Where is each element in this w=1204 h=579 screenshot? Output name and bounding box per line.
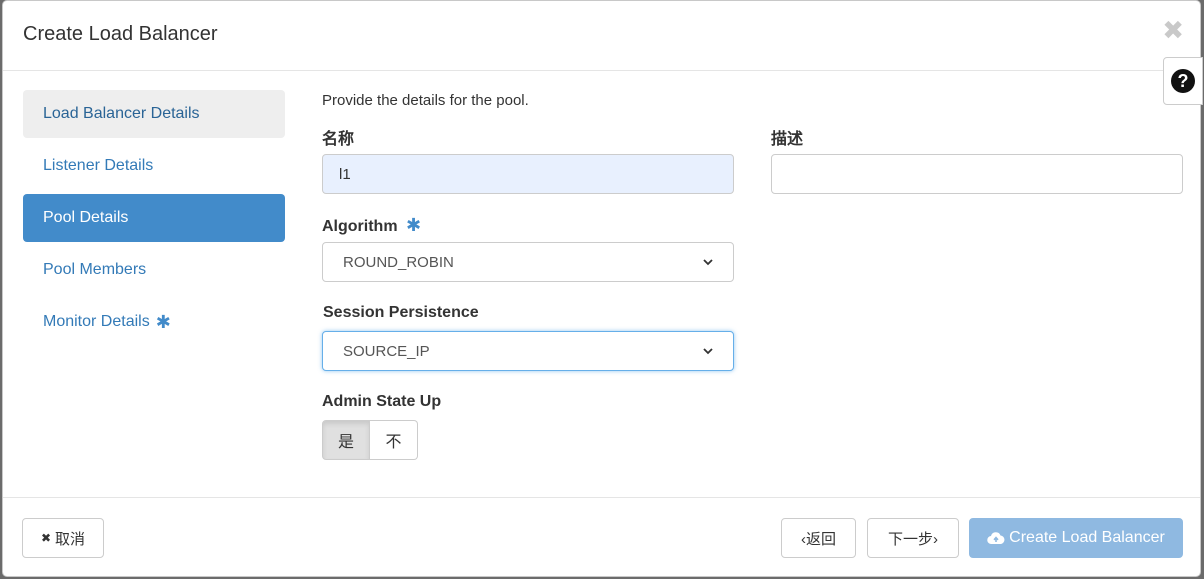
chevron-down-icon bbox=[703, 348, 713, 355]
next-button-label: 下一步› bbox=[888, 530, 938, 548]
name-input[interactable]: l1 bbox=[322, 154, 734, 194]
nav-item-listener-details[interactable]: Listener Details bbox=[23, 142, 285, 190]
back-button-label: ‹返回 bbox=[801, 530, 836, 548]
nav-item-pool-details[interactable]: Pool Details bbox=[23, 194, 285, 242]
chevron-down-icon bbox=[703, 259, 713, 266]
wizard-nav: Load Balancer Details Listener Details P… bbox=[23, 90, 285, 350]
cancel-button-label: 取消 bbox=[55, 530, 86, 548]
next-button[interactable]: 下一步› bbox=[867, 518, 959, 558]
cancel-button[interactable]: ✖ 取消 bbox=[22, 518, 104, 558]
create-load-balancer-button[interactable]: Create Load Balancer bbox=[969, 518, 1183, 558]
back-button[interactable]: ‹返回 bbox=[781, 518, 856, 558]
algorithm-label: Algorithm ✱ bbox=[322, 215, 421, 236]
nav-item-label: Pool Details bbox=[43, 209, 129, 226]
form-intro: Provide the details for the pool. bbox=[322, 92, 529, 109]
description-label: 描述 bbox=[771, 131, 804, 148]
nav-item-label: Listener Details bbox=[43, 157, 154, 174]
name-label: 名称 bbox=[322, 131, 355, 148]
cloud-upload-icon bbox=[987, 532, 1005, 545]
pool-details-form: Provide the details for the pool. 名称 l1 … bbox=[322, 89, 1183, 460]
create-button-label: Create Load Balancer bbox=[1009, 529, 1165, 546]
name-input-value: l1 bbox=[339, 165, 351, 183]
nav-item-load-balancer-details[interactable]: Load Balancer Details bbox=[23, 90, 285, 138]
dialog-header: Create Load Balancer ✖ ? bbox=[3, 1, 1203, 105]
session-persistence-select[interactable]: SOURCE_IP bbox=[322, 331, 734, 371]
algorithm-label-text: Algorithm bbox=[322, 218, 398, 235]
close-icon: ✖ bbox=[40, 531, 52, 545]
session-persistence-label: Session Persistence bbox=[323, 304, 479, 321]
nav-item-label: Monitor Details bbox=[43, 313, 150, 330]
admin-state-no-button[interactable]: 不 bbox=[370, 420, 418, 460]
session-persistence-select-value: SOURCE_IP bbox=[343, 342, 430, 360]
admin-state-yes-button[interactable]: 是 bbox=[322, 420, 370, 460]
required-icon: ✱ bbox=[155, 311, 171, 332]
dialog-footer: ✖ 取消 ‹返回 下一步› Create Load Balancer bbox=[3, 497, 1200, 578]
nav-item-pool-members[interactable]: Pool Members bbox=[23, 246, 285, 294]
dialog-title: Create Load Balancer bbox=[23, 23, 218, 45]
nav-item-label: Pool Members bbox=[43, 261, 147, 278]
admin-state-toggle: 是 不 bbox=[322, 420, 418, 460]
description-input[interactable] bbox=[771, 154, 1183, 194]
nav-item-label: Load Balancer Details bbox=[43, 105, 200, 122]
close-icon[interactable]: ✖ bbox=[1162, 17, 1184, 43]
create-load-balancer-dialog: Create Load Balancer ✖ ? Load Balancer D… bbox=[2, 0, 1203, 578]
required-icon: ✱ bbox=[406, 215, 422, 235]
algorithm-select[interactable]: ROUND_ROBIN bbox=[322, 242, 734, 282]
nav-item-monitor-details[interactable]: Monitor Details ✱ bbox=[23, 298, 285, 346]
admin-state-label: Admin State Up bbox=[322, 393, 442, 410]
algorithm-select-value: ROUND_ROBIN bbox=[343, 253, 454, 271]
